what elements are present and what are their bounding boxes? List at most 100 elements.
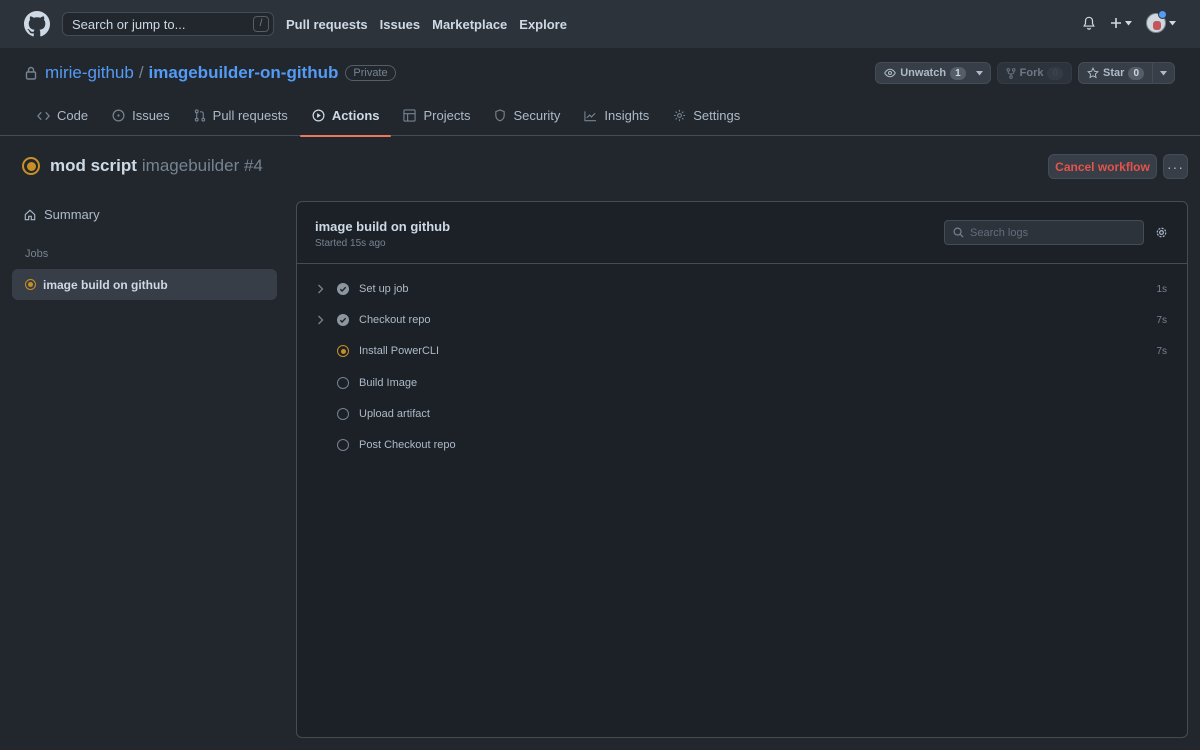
code-icon: [37, 111, 50, 120]
check-circle-icon: [337, 314, 349, 327]
nav-marketplace[interactable]: Marketplace: [432, 17, 507, 32]
fork-button[interactable]: Fork 0: [996, 62, 1073, 84]
repo-actions: Unwatch 1 Fork 0 Star 0: [875, 62, 1175, 84]
star-button-group: Star 0: [1078, 62, 1175, 84]
in-progress-status-icon: [337, 345, 349, 358]
chevron-right-icon[interactable]: [317, 315, 324, 325]
global-header: Search or jump to... / Pull requests Iss…: [0, 0, 1200, 48]
user-menu-button[interactable]: [1146, 10, 1176, 33]
tab-label: Insights: [604, 108, 650, 123]
cancel-workflow-button[interactable]: Cancel workflow: [1048, 154, 1157, 179]
tab-label: Code: [57, 108, 89, 123]
fork-icon: [1006, 67, 1016, 79]
tab-label: Settings: [693, 108, 741, 123]
watch-dropdown[interactable]: [974, 63, 990, 83]
step-duration: 7s: [1156, 315, 1167, 327]
pending-circle-icon: [337, 438, 349, 451]
fork-count: 0: [1047, 66, 1064, 80]
step-row[interactable]: Build Image: [297, 368, 1187, 399]
caret-down-icon: [1160, 70, 1167, 75]
create-new-button[interactable]: [1110, 17, 1132, 29]
tab-code[interactable]: Code: [25, 95, 100, 136]
repo-owner-link[interactable]: mirie-github: [45, 63, 134, 83]
step-row[interactable]: Upload artifact: [297, 399, 1187, 430]
step-row[interactable]: Install PowerCLI 7s: [297, 336, 1187, 367]
job-title: image build on github: [315, 219, 451, 234]
star-button[interactable]: Star 0: [1079, 63, 1152, 83]
lock-icon: [25, 66, 37, 80]
step-duration: 7s: [1156, 346, 1167, 358]
nav-explore[interactable]: Explore: [519, 17, 567, 32]
in-progress-status-icon: [22, 157, 40, 175]
search-logs-input[interactable]: Search logs: [944, 220, 1144, 245]
repo-header: mirie-github / imagebuilder-on-github Pr…: [0, 48, 1200, 137]
job-log-panel: image build on github Started 15s ago Se…: [296, 201, 1188, 738]
gear-icon[interactable]: [1155, 226, 1168, 239]
run-title: mod script imagebuilder #4: [22, 156, 263, 176]
tab-label: Security: [513, 108, 561, 123]
repo-title: mirie-github / imagebuilder-on-github Pr…: [25, 63, 396, 83]
step-name: Build Image: [359, 376, 418, 389]
step-row[interactable]: Checkout repo 7s: [297, 305, 1187, 336]
plus-icon: [1111, 18, 1121, 28]
tab-label: Projects: [423, 108, 471, 123]
job-log-header: image build on github Started 15s ago Se…: [297, 202, 1187, 264]
tab-label: Issues: [132, 108, 170, 123]
shield-icon: [495, 109, 506, 122]
step-name: Set up job: [359, 283, 409, 295]
repo-name-link[interactable]: imagebuilder-on-github: [149, 63, 339, 83]
kebab-menu-button[interactable]: ···: [1163, 154, 1188, 179]
header-actions: [1082, 10, 1176, 33]
repo-tabs: Code Issues Pull requests Actions Projec…: [25, 95, 752, 137]
sidebar-item-job[interactable]: image build on github: [12, 269, 277, 300]
tab-actions[interactable]: Actions: [299, 95, 392, 137]
tab-pull-requests[interactable]: Pull requests: [182, 95, 300, 136]
chevron-right-icon[interactable]: [317, 284, 324, 294]
sidebar-item-summary[interactable]: Summary: [24, 207, 100, 222]
search-icon: [953, 227, 964, 238]
run-workflow-name: imagebuilder #4: [141, 156, 263, 175]
bell-icon[interactable]: [1082, 16, 1096, 30]
tab-settings[interactable]: Settings: [661, 95, 752, 136]
pending-circle-icon: [337, 407, 349, 420]
pending-circle-icon: [337, 376, 349, 389]
sidebar-jobs-heading: Jobs: [25, 248, 49, 260]
tab-issues[interactable]: Issues: [100, 95, 182, 136]
tab-security[interactable]: Security: [482, 95, 572, 136]
github-logo-icon[interactable]: [24, 11, 50, 37]
play-icon: [312, 109, 325, 122]
unwatch-button-group: Unwatch 1: [875, 62, 991, 84]
caret-down-icon: [975, 70, 983, 75]
caret-down-icon: [1125, 20, 1132, 25]
pull-request-icon: [194, 109, 205, 122]
graph-icon: [584, 110, 597, 121]
sidebar-item-label: image build on github: [43, 277, 168, 292]
search-placeholder: Search or jump to...: [72, 16, 186, 32]
step-name: Install PowerCLI: [359, 345, 440, 358]
issue-icon: [112, 109, 125, 122]
gear-icon: [674, 109, 686, 122]
global-search-input[interactable]: Search or jump to... /: [62, 12, 274, 36]
visibility-badge: Private: [345, 65, 396, 81]
fork-button-main: Fork 0: [998, 63, 1071, 83]
tab-insights[interactable]: Insights: [572, 95, 661, 136]
nav-pull-requests[interactable]: Pull requests: [286, 17, 368, 32]
step-row[interactable]: Set up job 1s: [297, 274, 1187, 305]
nav-issues[interactable]: Issues: [380, 17, 420, 32]
fork-label: Fork: [1019, 67, 1044, 79]
sidebar-item-label: Summary: [44, 207, 100, 222]
tab-projects[interactable]: Projects: [391, 95, 482, 136]
unwatch-label: Unwatch: [900, 67, 947, 79]
caret-down-icon: [1169, 20, 1176, 25]
unwatch-button[interactable]: Unwatch 1: [876, 63, 973, 83]
step-row[interactable]: Post Checkout repo: [297, 430, 1187, 461]
in-progress-status-icon: [25, 279, 36, 290]
check-circle-icon: [337, 283, 349, 295]
run-commit-title: mod script: [50, 156, 137, 175]
star-dropdown[interactable]: [1152, 63, 1174, 83]
repo-path-separator: /: [138, 63, 144, 82]
step-name: Checkout repo: [359, 314, 431, 327]
watch-count: 1: [950, 66, 966, 80]
tab-label: Pull requests: [212, 108, 288, 123]
tab-label: Actions: [331, 108, 380, 123]
